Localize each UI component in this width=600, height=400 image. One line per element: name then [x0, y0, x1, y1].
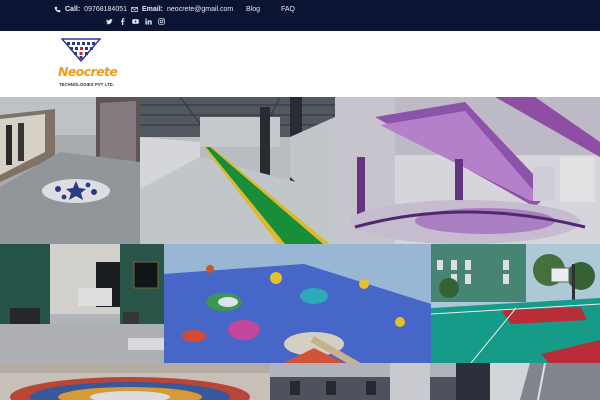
phone-number[interactable]: 09768184051 [84, 6, 127, 13]
youtube-icon[interactable] [132, 18, 139, 25]
mall-atrium-image [335, 97, 600, 244]
twitter-icon[interactable] [106, 18, 113, 25]
site-header: Neocrete TECHNOLOGIES PVT LTD. [0, 31, 600, 97]
logo-subtitle: TECHNOLOGIES PVT LTD. [59, 82, 115, 87]
call-label: Call: [65, 6, 81, 13]
email-label: Email: [142, 6, 164, 13]
circular-inlay-floor-image [0, 363, 270, 400]
phone-icon [54, 6, 61, 13]
gallery-item-warehouse-floor[interactable] [0, 97, 140, 244]
gallery-item-circular-inlay[interactable] [0, 363, 270, 400]
basketball-court-image [431, 244, 600, 363]
polished-corridor-image [490, 363, 600, 400]
logo-mark-icon [60, 38, 102, 63]
gallery-item-3d-ocean-floor[interactable] [164, 244, 431, 363]
email-contact[interactable]: Email: neocrete@gmail.com [131, 6, 233, 13]
gallery-item-interior-lobby[interactable] [0, 244, 164, 363]
gallery-item-polished-corridor[interactable] [490, 363, 600, 400]
gallery-item-basketball-court[interactable] [431, 244, 600, 363]
ocean-epoxy-floor-image [164, 244, 431, 363]
logo-wordmark: Neocrete [58, 64, 118, 79]
top-bar: Call: 09768184051 Email: neocrete@gmail.… [0, 0, 600, 31]
facebook-icon[interactable] [119, 18, 126, 25]
gallery-item-mall-corridor[interactable] [270, 363, 490, 400]
gallery-item-factory-green-walkway[interactable] [140, 97, 335, 244]
call-contact[interactable]: Call: 09768184051 [54, 6, 127, 13]
email-address[interactable]: neocrete@gmail.com [167, 6, 233, 13]
linkedin-icon[interactable] [145, 18, 152, 25]
warehouse-floor-image [0, 97, 140, 244]
factory-floor-image [140, 97, 335, 244]
mall-corridor-image [270, 363, 490, 400]
interior-lobby-image [0, 244, 164, 363]
envelope-icon [131, 7, 138, 12]
instagram-icon[interactable] [158, 18, 165, 25]
nav-blog-link[interactable]: Blog [246, 6, 260, 13]
nav-faq-link[interactable]: FAQ [281, 6, 295, 13]
site-logo[interactable]: Neocrete TECHNOLOGIES PVT LTD. [57, 37, 118, 93]
social-links [106, 18, 165, 25]
gallery-item-mall-atrium[interactable] [335, 97, 600, 244]
